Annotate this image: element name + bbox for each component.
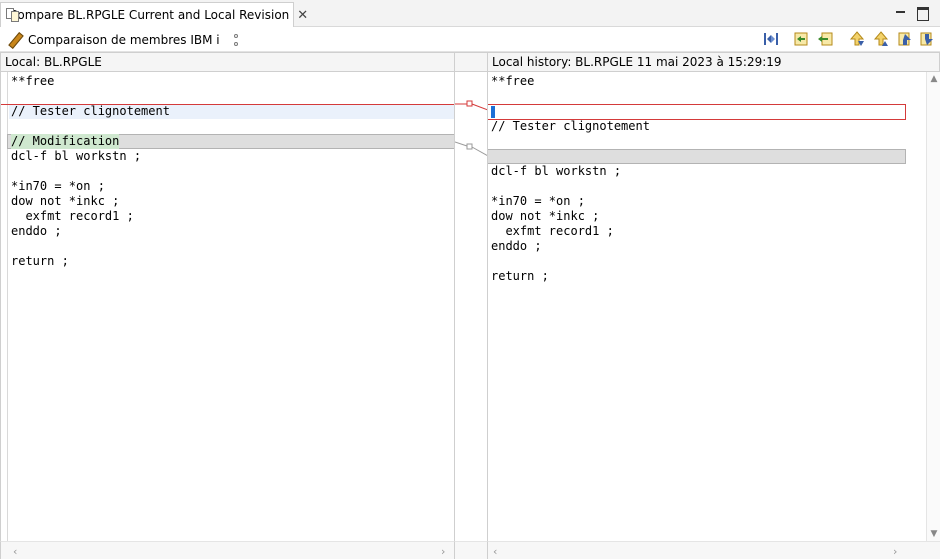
- code-line: dcl-f bl workstn ;: [11, 149, 142, 163]
- pencil-icon: [7, 32, 23, 48]
- scroll-up-icon[interactable]: ▲: [929, 74, 939, 84]
- code-line: // Tester clignotement: [491, 119, 650, 133]
- change-indicator-box: [488, 104, 906, 120]
- minimize-icon[interactable]: [894, 6, 908, 20]
- code-line: // Tester clignotement: [11, 104, 170, 118]
- compare-toolbar: Comparaison de membres IBM i: [0, 27, 940, 52]
- close-icon[interactable]: ✕: [297, 8, 308, 23]
- right-horizontal-scrollbar[interactable]: ‹ ›: [487, 541, 940, 559]
- removed-line-placeholder: [488, 149, 906, 164]
- tab-title: Compare BL.RPGLE Current and Local Revis…: [9, 8, 290, 22]
- code-line-added: // Modification: [11, 134, 120, 149]
- code-line: dcl-f bl workstn ;: [491, 164, 622, 178]
- editor-tab-bar: Compare BL.RPGLE Current and Local Revis…: [0, 0, 940, 27]
- scroll-right-icon[interactable]: ›: [441, 545, 445, 558]
- code-line: return ;: [491, 269, 549, 283]
- compare-editor-tab[interactable]: Compare BL.RPGLE Current and Local Revis…: [0, 2, 308, 27]
- text-caret: [491, 106, 495, 118]
- left-editor[interactable]: **free // Tester clignotement // Modific…: [0, 72, 454, 541]
- vertical-scrollbar[interactable]: ▲ ▼: [926, 72, 940, 541]
- maximize-icon[interactable]: [916, 6, 930, 21]
- scroll-down-icon[interactable]: ▼: [929, 529, 939, 539]
- right-pane-header: Local history: BL.RPGLE 11 mai 2023 à 15…: [487, 52, 940, 72]
- view-menu-icon[interactable]: [232, 32, 240, 48]
- code-line: exfmt record1 ;: [491, 224, 614, 238]
- code-line: dow not *inkc ;: [491, 209, 600, 223]
- code-line: **free: [11, 74, 55, 88]
- code-line: *in70 = *on ;: [491, 194, 585, 208]
- code-line: enddo ;: [11, 224, 62, 238]
- next-difference-icon[interactable]: [848, 30, 866, 48]
- scroll-left-icon[interactable]: ‹: [493, 545, 497, 558]
- center-scroll-spacer: [454, 541, 487, 559]
- diff-connector-lines: [455, 100, 488, 157]
- previous-change-icon[interactable]: [918, 30, 936, 48]
- code-line: exfmt record1 ;: [11, 209, 134, 223]
- diff-connector-column: [454, 72, 488, 541]
- code-line: return ;: [11, 254, 69, 268]
- left-pane-header: Local: BL.RPGLE: [0, 52, 454, 72]
- center-pane-header: [454, 52, 487, 72]
- copy-right-to-left-icon[interactable]: [816, 30, 834, 48]
- copy-current-change-icon[interactable]: [792, 30, 810, 48]
- code-line: **free: [491, 74, 535, 88]
- scroll-left-icon[interactable]: ‹: [13, 545, 17, 558]
- right-editor[interactable]: **free // Tester clignotement dcl-f bl w…: [487, 72, 926, 541]
- code-line: *in70 = *on ;: [11, 179, 105, 193]
- scroll-right-icon[interactable]: ›: [893, 545, 897, 558]
- copy-all-from-right-to-left-icon[interactable]: [762, 30, 780, 48]
- left-horizontal-scrollbar[interactable]: ‹ ›: [0, 541, 454, 559]
- code-line: enddo ;: [491, 239, 542, 253]
- code-line: dow not *inkc ;: [11, 194, 120, 208]
- next-change-icon[interactable]: [896, 30, 914, 48]
- previous-difference-icon[interactable]: [872, 30, 890, 48]
- compare-viewer-label: Comparaison de membres IBM i: [28, 32, 220, 47]
